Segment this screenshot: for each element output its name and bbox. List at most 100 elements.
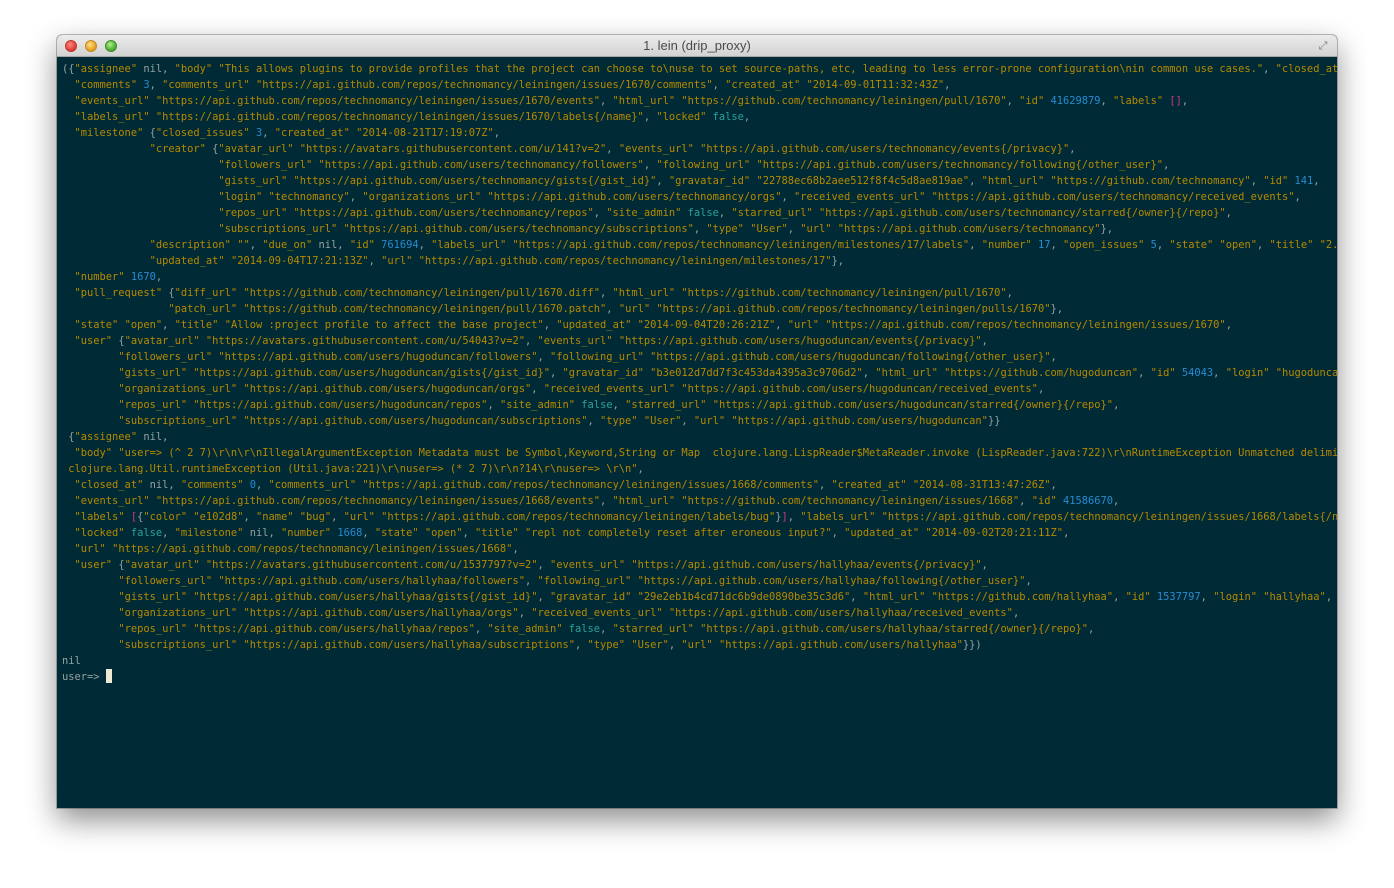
terminal-token: "comments_url"	[268, 479, 357, 491]
terminal-token: "https://api.github.com/users/hallyhaa/o…	[243, 607, 519, 619]
terminal-line: clojure.lang.Util.runtimeException (Util…	[62, 461, 1337, 477]
terminal-token: "site_admin"	[499, 399, 576, 411]
terminal-token: "labels_url"	[74, 111, 150, 123]
terminal-token: "name"	[255, 511, 294, 523]
terminal-token: 17	[1038, 239, 1051, 251]
terminal-token: nil,	[143, 479, 181, 491]
title-bar[interactable]: 1. lein (drip_proxy) ⤢	[57, 35, 1337, 57]
terminal-token: "comments"	[180, 479, 244, 491]
terminal-token: ,	[1012, 607, 1020, 619]
terminal-token: {	[112, 335, 125, 347]
terminal-token: "User"	[631, 639, 669, 651]
terminal-line: "comments" 3, "comments_url" "https://ap…	[62, 77, 1337, 93]
terminal-token: "https://api.github.com/users/hugoduncan…	[731, 415, 988, 427]
terminal-line: "creator" {"avatar_url" "https://avatars…	[62, 141, 1337, 157]
terminal-token: "https://github.com/hugoduncan"	[944, 367, 1139, 379]
terminal-token: "locked"	[656, 111, 707, 123]
terminal-token: ,	[243, 511, 256, 523]
terminal-token: "comments_url"	[162, 79, 250, 91]
terminal-token: "https://api.github.com/users/technomanc…	[318, 159, 644, 171]
terminal-token: {	[162, 287, 175, 299]
terminal-token: ,	[462, 527, 475, 539]
terminal-token: "https://api.github.com/users/technomanc…	[837, 223, 1101, 235]
terminal-line: "login" "technomancy", "organizations_ur…	[62, 189, 1337, 205]
terminal-token: "url"	[618, 303, 651, 315]
text-cursor	[105, 669, 112, 683]
terminal-token: 41629879	[1050, 95, 1101, 107]
terminal-line: "subscriptions_url" "https://api.github.…	[62, 221, 1337, 237]
terminal-token: "html_url"	[612, 495, 676, 507]
terminal-line: "organizations_url" "https://api.github.…	[62, 381, 1337, 397]
terminal-token: {	[112, 559, 125, 571]
terminal-token: ,	[149, 79, 163, 91]
terminal-line: "user" {"avatar_url" "https://avatars.gi…	[62, 333, 1337, 349]
terminal-token: ,	[162, 319, 175, 331]
terminal-token: "https://api.github.com/users/technomanc…	[756, 159, 1164, 171]
terminal-line: "repos_url" "https://api.github.com/user…	[62, 205, 1337, 221]
terminal-token: ,	[512, 543, 519, 555]
terminal-token: ,	[600, 95, 613, 107]
terminal-token: nil,	[137, 63, 175, 75]
terminal-token: ,	[1006, 95, 1020, 107]
terminal-token: "https://api.github.com/repos/technomanc…	[155, 495, 601, 507]
fullscreen-icon[interactable]: ⤢	[1316, 39, 1330, 53]
terminal-output[interactable]: ({"assignee" nil, "body" "This allows pl…	[57, 57, 1337, 808]
terminal-token: "following_url"	[537, 575, 632, 587]
terminal-token: "url"	[681, 639, 713, 651]
terminal-line: "gists_url" "https://api.github.com/user…	[62, 589, 1337, 605]
terminal-token: "html_url"	[612, 287, 676, 299]
terminal-token: ,	[255, 479, 269, 491]
prompt-line[interactable]: user=>	[62, 669, 1337, 685]
terminal-token: ,	[587, 415, 601, 427]
terminal-token: "repos_url"	[118, 399, 188, 411]
terminal-token: "updated_at"	[844, 527, 920, 539]
terminal-token: "https://github.com/technomancy/leininge…	[681, 95, 1007, 107]
terminal-token: ,	[1006, 287, 1013, 299]
terminal-token: "29e2eb1b4cd71dc6b9de0890be35c3d6"	[637, 591, 851, 603]
terminal-token: ,	[637, 463, 644, 475]
terminal-token: ,	[474, 623, 488, 635]
terminal-token: ,	[418, 239, 432, 251]
terminal-token: },	[1050, 303, 1063, 315]
terminal-token: "https://api.github.com/users/hugoduncan…	[193, 399, 488, 411]
terminal-token: ,	[944, 79, 951, 91]
terminal-token: "https://avatars.githubusercontent.com/u…	[299, 143, 607, 155]
terminal-token: ,	[1325, 591, 1333, 603]
terminal-token: nil,	[312, 239, 350, 251]
terminal-token: "https://avatars.githubusercontent.com/u…	[205, 335, 525, 347]
terminal-line: "repos_url" "https://api.github.com/user…	[62, 621, 1337, 637]
terminal-line: ({"assignee" nil, "body" "This allows pl…	[62, 61, 1337, 77]
terminal-token: "bug"	[299, 511, 332, 523]
terminal-token: ,	[681, 415, 694, 427]
terminal-token: "state"	[1169, 239, 1214, 251]
terminal-token: ,	[718, 207, 732, 219]
terminal-token: ,	[643, 159, 657, 171]
terminal-token: "labels_url"	[800, 511, 876, 523]
terminal-line: "organizations_url" "https://api.github.…	[62, 605, 1337, 621]
terminal-token: "organizations_url"	[362, 191, 482, 203]
terminal-token: ,	[1050, 351, 1057, 363]
terminal-token: "https://api.github.com/users/hugoduncan…	[193, 367, 550, 379]
terminal-token: "https://api.github.com/repos/technomanc…	[418, 255, 832, 267]
terminal-token: "https://api.github.com/users/hallyhaa/s…	[700, 623, 1089, 635]
terminal-token: "https://api.github.com/users/hugoduncan…	[650, 351, 1051, 363]
terminal-line: {"assignee" nil,	[62, 429, 1337, 445]
terminal-line: "repos_url" "https://api.github.com/user…	[62, 397, 1337, 413]
terminal-token: "user=> (^ 2 7)\r\n\r\nIllegalArgumentEx…	[118, 447, 1337, 459]
terminal-token: "title"	[174, 319, 219, 331]
terminal-token: "22788ec68b2aee512f8f4c5d8ae819ae"	[756, 175, 970, 187]
terminal-token: false	[687, 207, 719, 219]
terminal-line: "closed_at" nil, "comments" 0, "comments…	[62, 477, 1337, 493]
